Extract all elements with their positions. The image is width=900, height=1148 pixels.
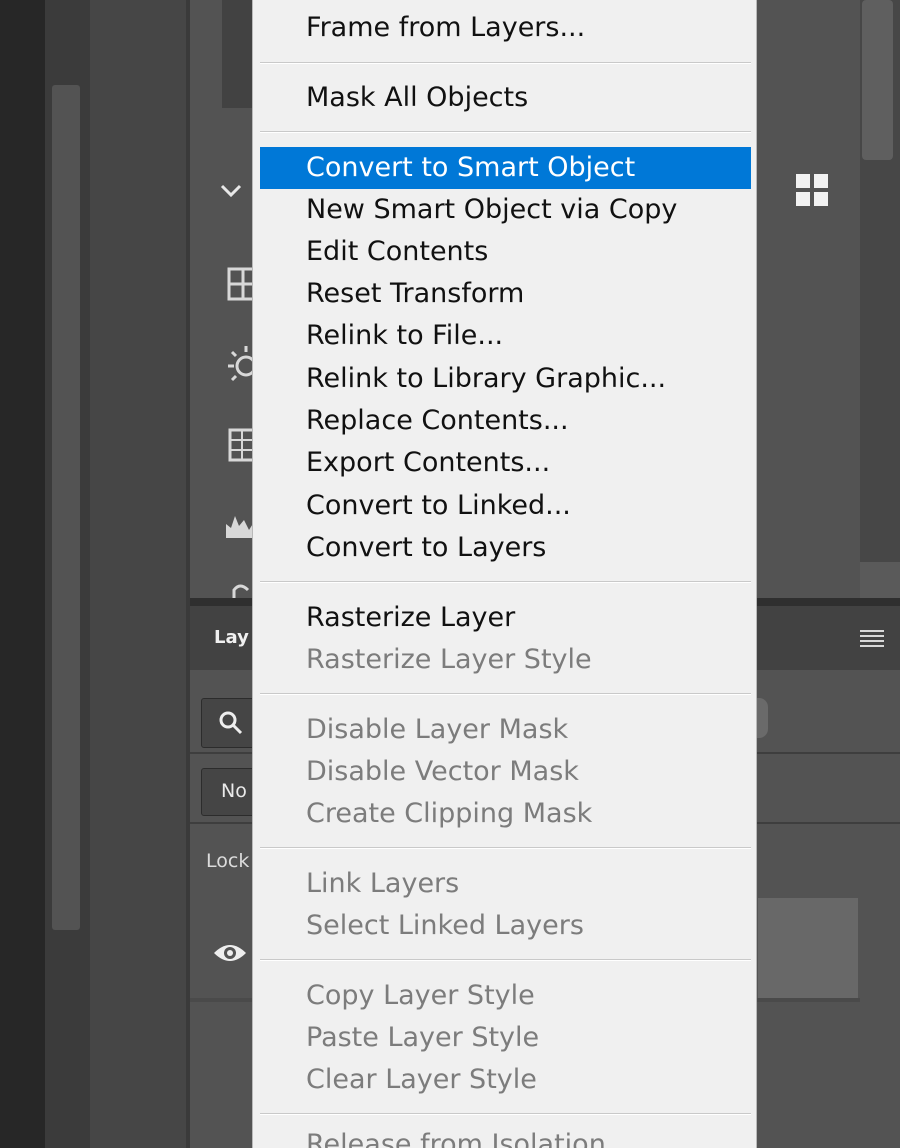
tools-panel-edge bbox=[0, 0, 45, 1148]
menu-separator bbox=[260, 1113, 751, 1115]
context-menu: Frame from Layers... Mask All Objects Co… bbox=[252, 0, 757, 1148]
properties-scrollbar-thumb[interactable] bbox=[862, 0, 893, 160]
menu-item-link-layers: Link Layers bbox=[306, 868, 460, 899]
menu-item-paste-layer-style: Paste Layer Style bbox=[306, 1022, 540, 1053]
menu-item-disable-layer-mask: Disable Layer Mask bbox=[306, 714, 569, 745]
menu-separator bbox=[260, 693, 751, 695]
menu-item-convert-to-layers[interactable]: Convert to Layers bbox=[260, 527, 751, 569]
menu-separator bbox=[260, 581, 751, 583]
menu-item-reset-transform[interactable]: Reset Transform bbox=[260, 273, 751, 315]
menu-separator bbox=[260, 62, 751, 64]
menu-item-edit-contents[interactable]: Edit Contents bbox=[260, 231, 751, 273]
hamburger-menu-icon[interactable] bbox=[858, 628, 886, 650]
menu-item-clear-layer-style: Clear Layer Style bbox=[306, 1064, 537, 1095]
blend-mode-value: No bbox=[221, 780, 247, 802]
menu-item-mask-all-objects[interactable]: Mask All Objects bbox=[260, 77, 751, 119]
left-scrollbar-thumb[interactable] bbox=[52, 85, 80, 930]
menu-item-replace-contents[interactable]: Replace Contents... bbox=[260, 400, 751, 442]
menu-item-new-smart-object-via-copy[interactable]: New Smart Object via Copy bbox=[260, 189, 751, 231]
menu-item-select-linked-layers: Select Linked Layers bbox=[306, 910, 584, 941]
menu-item-convert-to-smart-object[interactable]: Convert to Smart Object bbox=[260, 147, 751, 189]
menu-separator bbox=[260, 959, 751, 961]
menu-item-copy-layer-style: Copy Layer Style bbox=[306, 980, 535, 1011]
menu-item-release-from-isolation: Release from Isolation bbox=[306, 1129, 606, 1148]
menu-item-rasterize-layer[interactable]: Rasterize Layer bbox=[260, 597, 751, 639]
layer-thumbnail[interactable] bbox=[758, 898, 858, 1001]
menu-item-relink-to-file[interactable]: Relink to File... bbox=[260, 315, 751, 357]
menu-item-rasterize-layer-style: Rasterize Layer Style bbox=[306, 644, 592, 675]
panel-gutter bbox=[90, 0, 190, 1148]
menu-separator bbox=[260, 131, 751, 133]
menu-item-export-contents[interactable]: Export Contents... bbox=[260, 442, 751, 484]
menu-item-relink-to-library-graphic[interactable]: Relink to Library Graphic... bbox=[260, 358, 751, 400]
lock-label: Lock bbox=[206, 850, 250, 872]
menu-item-create-clipping-mask: Create Clipping Mask bbox=[306, 798, 593, 829]
grid-icon[interactable] bbox=[794, 172, 830, 208]
menu-item-convert-to-linked[interactable]: Convert to Linked... bbox=[260, 485, 751, 527]
search-icon bbox=[219, 711, 243, 735]
menu-separator bbox=[260, 847, 751, 849]
chevron-down-icon[interactable] bbox=[216, 176, 246, 206]
layers-tab[interactable]: Lay bbox=[214, 627, 249, 648]
properties-scroll-end bbox=[860, 562, 900, 598]
menu-item-disable-vector-mask: Disable Vector Mask bbox=[306, 756, 579, 787]
eye-icon[interactable] bbox=[212, 938, 248, 968]
menu-item-frame-from-layers[interactable]: Frame from Layers... bbox=[260, 7, 751, 49]
